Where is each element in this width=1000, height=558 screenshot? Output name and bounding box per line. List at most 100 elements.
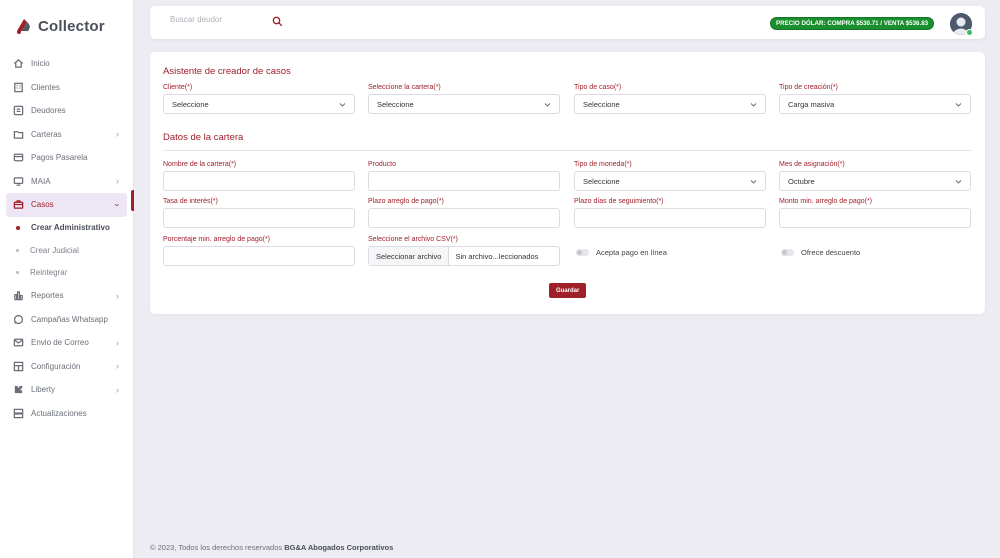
followup-days-input[interactable] bbox=[574, 208, 766, 228]
sidebar-item-envio-correo[interactable]: Envio de Correo › bbox=[0, 331, 133, 355]
sidebar: Collector Inicio Clientes Deudores Carte… bbox=[0, 0, 134, 558]
briefcase-icon bbox=[12, 199, 24, 211]
sidebar-item-campanas-whatsapp[interactable]: Campañas Whatsapp bbox=[0, 308, 133, 332]
assignment-month-select-value: Octubre bbox=[788, 176, 815, 186]
chevron-right-icon: › bbox=[116, 176, 119, 187]
dollar-price-badge: PRECIO DÓLAR: COMPRA $530.71 / VENTA $53… bbox=[770, 17, 935, 30]
section-divider bbox=[163, 150, 972, 151]
sidebar-item-deudores[interactable]: Deudores bbox=[0, 99, 133, 123]
sidebar-item-configuracion[interactable]: Configuración › bbox=[0, 355, 133, 379]
client-select[interactable]: Seleccione bbox=[163, 94, 355, 114]
min-amount-label: Monto min. arreglo de pago(*) bbox=[779, 198, 872, 205]
csv-file-input[interactable]: Seleccionar archivo Sin archivo...leccio… bbox=[368, 246, 560, 266]
sidebar-item-inicio[interactable]: Inicio bbox=[0, 52, 133, 76]
puzzle-icon bbox=[12, 384, 24, 396]
payment-term-input[interactable] bbox=[368, 208, 560, 228]
chevron-right-icon: › bbox=[116, 290, 119, 301]
company-name: BG&A Abogados Corporativos bbox=[284, 543, 394, 552]
discount-option: Ofrece descuento bbox=[781, 248, 860, 257]
file-status-text: Sin archivo...leccionados bbox=[455, 251, 539, 261]
case-type-select[interactable]: Seleccione bbox=[574, 94, 766, 114]
sidebar-item-label: Actualizaciones bbox=[31, 408, 87, 418]
sidebar-item-maia[interactable]: MAIA › bbox=[0, 170, 133, 194]
collector-logo-icon bbox=[17, 19, 30, 34]
client-label: Cliente(*) bbox=[163, 84, 193, 91]
sidebar-subitem-label: Crear Administrativo bbox=[31, 223, 110, 233]
portfolio-name-field: Nombre de la cartera(*) bbox=[163, 161, 355, 191]
sidebar-item-label: Configuración bbox=[31, 361, 81, 371]
monitor-icon bbox=[12, 175, 24, 187]
brand-name: Collector bbox=[38, 17, 105, 35]
sidebar-item-casos[interactable]: Casos › bbox=[6, 193, 127, 217]
chevron-down-icon bbox=[750, 103, 757, 107]
choose-file-button[interactable]: Seleccionar archivo bbox=[369, 247, 450, 265]
folder-icon bbox=[12, 128, 24, 140]
discount-label: Ofrece descuento bbox=[801, 248, 861, 257]
search-input[interactable] bbox=[170, 15, 270, 24]
whatsapp-icon bbox=[12, 313, 24, 325]
chevron-right-icon: › bbox=[116, 337, 119, 348]
chevron-down-icon: › bbox=[112, 203, 123, 207]
chevron-down-icon bbox=[955, 180, 962, 184]
chevron-down-icon bbox=[955, 103, 962, 107]
payment-term-label: Plazo arreglo de pago(*) bbox=[368, 198, 444, 205]
mail-icon bbox=[12, 337, 24, 349]
sidebar-subitem-reintegrar[interactable]: Reintegrar bbox=[0, 262, 133, 285]
portfolio-select[interactable]: Seleccione bbox=[368, 94, 560, 114]
client-field: Cliente(*) Seleccione bbox=[163, 84, 355, 114]
min-amount-input[interactable] bbox=[779, 208, 971, 228]
assignment-month-select[interactable]: Octubre bbox=[779, 171, 971, 191]
creation-type-field: Tipo de creación(*) Carga masiva bbox=[779, 84, 971, 114]
product-input[interactable] bbox=[368, 171, 560, 191]
min-percentage-input[interactable] bbox=[163, 246, 355, 266]
discount-toggle[interactable] bbox=[781, 249, 794, 256]
chevron-down-icon bbox=[339, 103, 346, 107]
sidebar-subitem-label: Reintegrar bbox=[30, 268, 68, 278]
save-button[interactable]: Guardar bbox=[549, 283, 587, 298]
creation-type-label: Tipo de creación(*) bbox=[779, 84, 838, 91]
sidebar-subitem-crear-administrativo[interactable]: Crear Administrativo bbox=[0, 217, 133, 240]
assignment-month-label: Mes de asignación(*) bbox=[779, 161, 845, 168]
case-type-label: Tipo de caso(*) bbox=[574, 84, 622, 91]
online-payment-label: Acepta pago en línea bbox=[596, 248, 667, 257]
portfolio-name-input[interactable] bbox=[163, 171, 355, 191]
followup-days-label: Plazo días de seguimiento(*) bbox=[574, 198, 664, 205]
interest-rate-field: Tasa de interés(*) bbox=[163, 198, 355, 228]
search-icon[interactable] bbox=[272, 16, 283, 27]
sidebar-item-label: Carteras bbox=[31, 129, 62, 139]
case-type-select-value: Seleccione bbox=[583, 99, 620, 109]
currency-select[interactable]: Seleccione bbox=[574, 171, 766, 191]
chevron-right-icon: › bbox=[116, 361, 119, 372]
creation-type-select[interactable]: Carga masiva bbox=[779, 94, 971, 114]
portfolio-name-label: Nombre de la cartera(*) bbox=[163, 161, 237, 168]
sidebar-item-liberty[interactable]: Liberty › bbox=[0, 378, 133, 402]
home-icon bbox=[12, 58, 24, 70]
followup-days-field: Plazo días de seguimiento(*) bbox=[574, 198, 766, 228]
sidebar-nav: Inicio Clientes Deudores Carteras › Pago… bbox=[0, 52, 133, 425]
sidebar-item-actualizaciones[interactable]: Actualizaciones bbox=[0, 402, 133, 426]
interest-rate-label: Tasa de interés(*) bbox=[163, 198, 218, 205]
footer: © 2023, Todos los derechos reservados BG… bbox=[150, 543, 393, 552]
min-percentage-label: Porcentaje min. arreglo de pago(*) bbox=[163, 236, 271, 243]
interest-rate-input[interactable] bbox=[163, 208, 355, 228]
product-label: Producto bbox=[368, 161, 397, 168]
creation-type-select-value: Carga masiva bbox=[788, 99, 835, 109]
brand[interactable]: Collector bbox=[0, 0, 133, 52]
min-amount-field: Monto min. arreglo de pago(*) bbox=[779, 198, 971, 228]
portfolio-select-label: Seleccione la cartera(*) bbox=[368, 84, 441, 91]
sidebar-subitem-label: Crear Judicial bbox=[30, 245, 79, 255]
case-type-field: Tipo de caso(*) Seleccione bbox=[574, 84, 766, 114]
sidebar-item-pagos-pasarela[interactable]: Pagos Pasarela bbox=[0, 146, 133, 170]
currency-select-value: Seleccione bbox=[583, 176, 620, 186]
sidebar-item-carteras[interactable]: Carteras › bbox=[0, 123, 133, 147]
sidebar-item-label: Clientes bbox=[31, 82, 60, 92]
top-header: PRECIO DÓLAR: COMPRA $530.71 / VENTA $53… bbox=[150, 6, 985, 39]
sidebar-item-label: Inicio bbox=[31, 59, 50, 69]
sidebar-item-clientes[interactable]: Clientes bbox=[0, 76, 133, 100]
sidebar-item-reportes[interactable]: Reportes › bbox=[0, 284, 133, 308]
sidebar-item-label: MAIA bbox=[31, 176, 51, 186]
online-payment-toggle[interactable] bbox=[576, 249, 589, 256]
copyright-text: © 2023, Todos los derechos reservados bbox=[150, 543, 285, 552]
credit-card-icon bbox=[12, 152, 24, 164]
sidebar-subitem-crear-judicial[interactable]: Crear Judicial bbox=[0, 239, 133, 262]
